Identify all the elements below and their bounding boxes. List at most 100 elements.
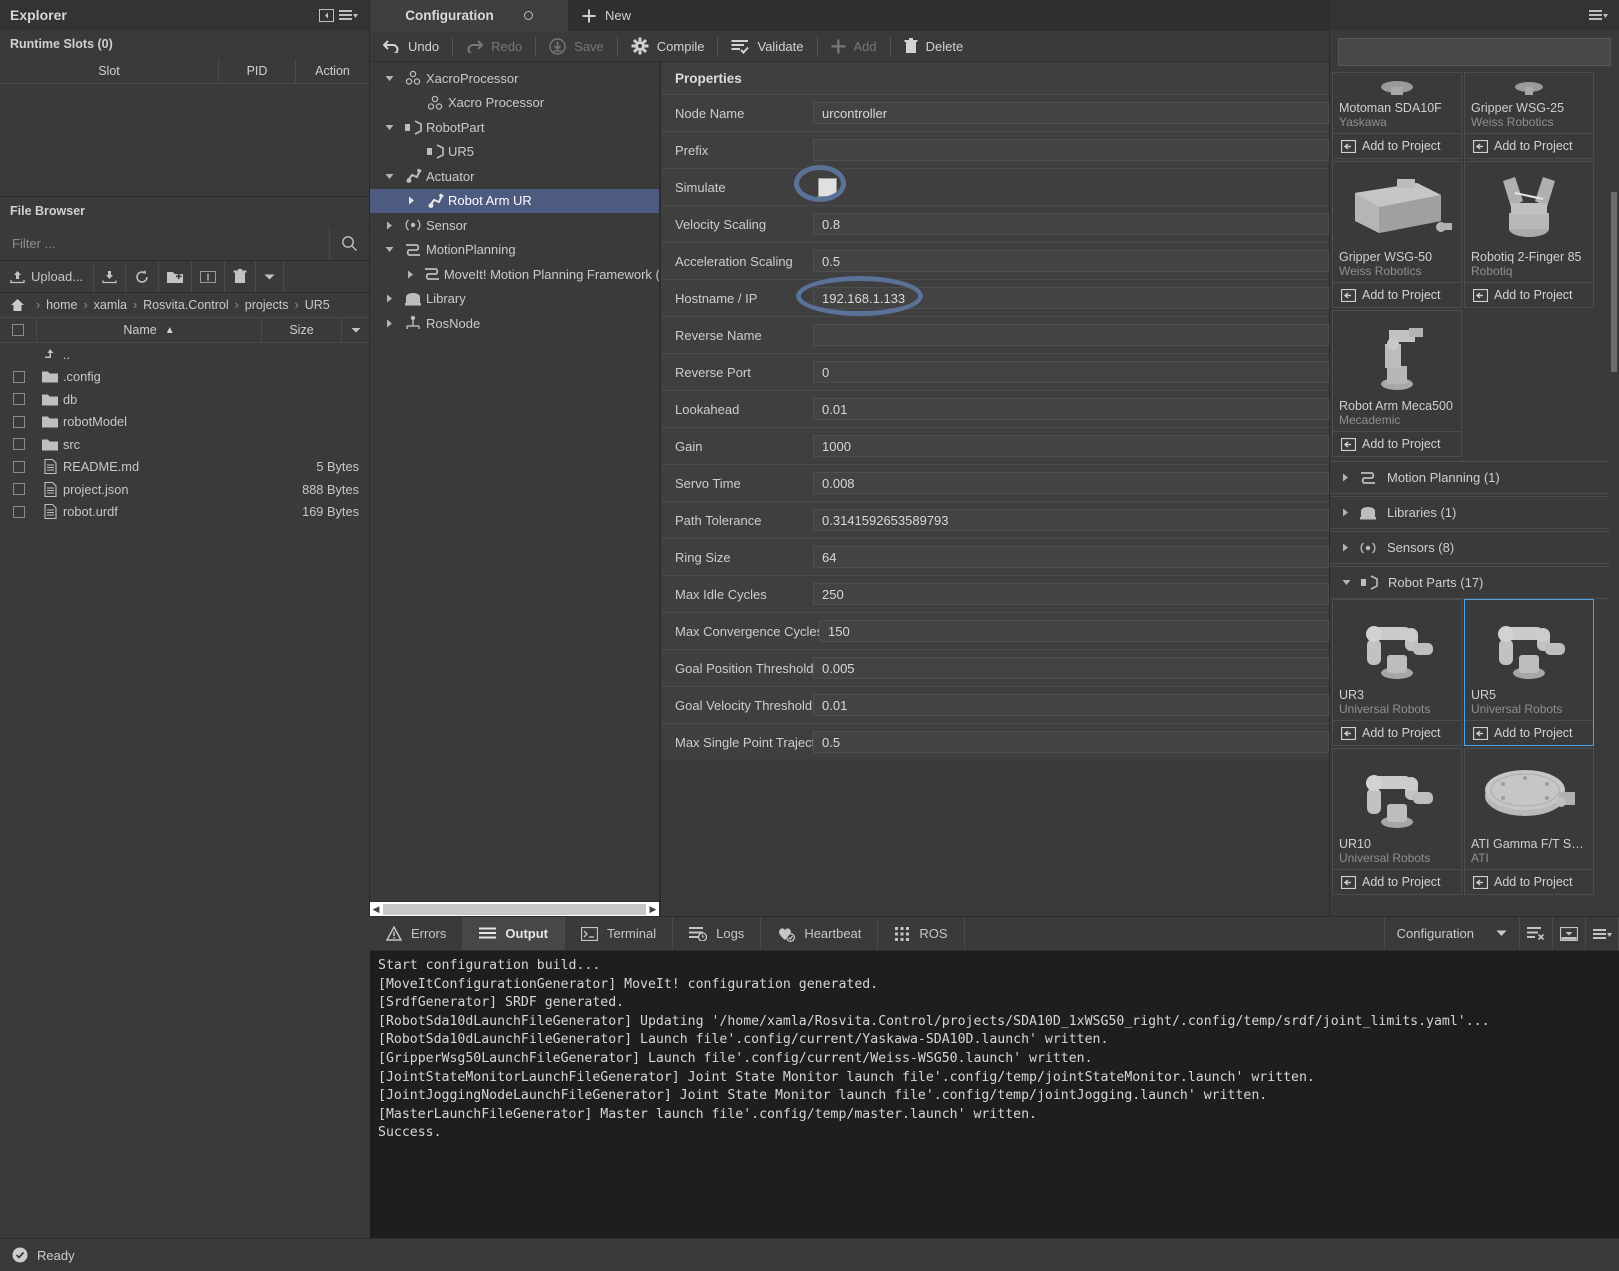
list-item[interactable]: robot.urdf 169 Bytes [0, 501, 369, 524]
twisty-right-icon[interactable] [400, 196, 422, 205]
path-tolerance-input[interactable]: 0.3141592653589793 [813, 509, 1329, 531]
tab-modified-indicator-icon[interactable] [523, 11, 533, 20]
acceleration-scaling-input[interactable]: 0.5 [813, 250, 1329, 272]
tab-terminal[interactable]: Terminal [565, 917, 674, 950]
list-item[interactable]: project.json 888 Bytes [0, 478, 369, 501]
row-checkbox[interactable] [0, 483, 37, 496]
column-name[interactable]: Name ▲ [37, 318, 262, 342]
twisty-down-icon[interactable] [378, 75, 400, 82]
add-to-project-button[interactable]: Add to Project [1465, 282, 1593, 307]
save-button[interactable]: Save [536, 31, 617, 62]
tab-logs[interactable]: Logs [673, 917, 762, 950]
lookahead-input[interactable]: 0.01 [813, 398, 1329, 420]
validate-button[interactable]: Validate [718, 31, 816, 62]
delete-icon[interactable] [225, 261, 257, 292]
twisty-right-icon[interactable] [378, 294, 400, 303]
tab-ros[interactable]: ROS [878, 917, 965, 950]
hamburger-menu-icon[interactable] [1587, 5, 1609, 25]
minimize-panel-icon[interactable] [1553, 917, 1586, 950]
list-item[interactable]: .config [0, 366, 369, 389]
select-all-checkbox[interactable] [0, 318, 37, 342]
delete-button[interactable]: Delete [891, 31, 977, 62]
twisty-right-icon[interactable] [378, 319, 400, 328]
compile-button[interactable]: Compile [618, 31, 718, 62]
list-item[interactable]: db [0, 388, 369, 411]
upload-button[interactable]: Upload... [0, 261, 95, 292]
scrollbar-thumb[interactable] [383, 903, 646, 915]
column-slot[interactable]: Slot [0, 59, 219, 83]
library-card-ati-gamma-ft-sensor[interactable]: ATI Gamma F/T Sens… ATI Add to Project [1464, 748, 1594, 895]
tree-node-xacroprocessor[interactable]: XacroProcessor [370, 66, 659, 91]
row-checkbox[interactable] [0, 438, 37, 451]
library-card-robot-arm-meca500[interactable]: Robot Arm Meca500 Mecademic Add to Proje… [1332, 310, 1462, 457]
library-scrollbar[interactable] [1609, 72, 1619, 916]
tab-configuration[interactable]: Configuration [370, 0, 568, 31]
scroll-right-arrow-icon[interactable]: ▶ [647, 904, 659, 915]
max-convergence-cycles-input[interactable]: 150 [819, 620, 1329, 642]
console-output[interactable]: Start configuration build... [MoveItConf… [370, 951, 1619, 1238]
add-to-project-button[interactable]: Add to Project [1465, 720, 1593, 745]
search-icon[interactable] [329, 226, 369, 260]
tree-node-library[interactable]: Library [370, 287, 659, 312]
library-card-gripper-wsg-25[interactable]: Gripper WSG-25 Weiss Robotics Add to Pro… [1464, 72, 1594, 159]
tree-node-motionplanning[interactable]: MotionPlanning [370, 238, 659, 263]
tree-node-actuator[interactable]: Actuator [370, 164, 659, 189]
tree-node-rosnode[interactable]: RosNode [370, 311, 659, 336]
clear-output-icon[interactable] [1520, 917, 1553, 950]
list-item[interactable]: robotModel [0, 411, 369, 434]
twisty-right-icon[interactable] [400, 270, 420, 279]
tree-node-sensor[interactable]: Sensor [370, 213, 659, 238]
breadcrumb-item-home[interactable]: home [42, 298, 81, 312]
velocity-scaling-input[interactable]: 0.8 [813, 213, 1329, 235]
list-item[interactable]: src [0, 433, 369, 456]
new-folder-icon[interactable] [159, 261, 193, 292]
library-category-sensors[interactable]: Sensors (8) [1330, 531, 1619, 564]
reverse-name-input[interactable] [813, 324, 1329, 346]
goal-position-threshold-input[interactable]: 0.005 [813, 657, 1329, 679]
hamburger-menu-icon[interactable] [337, 5, 359, 25]
rename-icon[interactable] [192, 261, 226, 292]
tab-errors[interactable]: Errors [370, 917, 464, 950]
scroll-left-arrow-icon[interactable]: ◀ [370, 904, 382, 915]
library-category-libraries[interactable]: Libraries (1) [1330, 496, 1619, 529]
row-checkbox[interactable] [0, 370, 37, 383]
download-icon[interactable] [94, 261, 127, 292]
row-checkbox[interactable] [0, 460, 37, 473]
output-source-selector[interactable]: Configuration [1385, 917, 1520, 950]
add-to-project-button[interactable]: Add to Project [1333, 431, 1461, 456]
breadcrumb-item-ur5[interactable]: UR5 [301, 298, 334, 312]
library-category-motion-planning[interactable]: Motion Planning (1) [1330, 461, 1619, 494]
column-action[interactable]: Action [296, 59, 369, 83]
add-to-project-button[interactable]: Add to Project [1465, 133, 1593, 158]
refresh-icon[interactable] [126, 261, 160, 292]
library-search-input[interactable] [1338, 38, 1611, 66]
tree-node-ur5[interactable]: UR5 [370, 140, 659, 165]
breadcrumb-item-projects[interactable]: projects [241, 298, 293, 312]
list-item[interactable]: README.md 5 Bytes [0, 456, 369, 479]
library-card-ur5[interactable]: UR5 Universal Robots Add to Project [1464, 599, 1594, 746]
library-card-ur10[interactable]: UR10 Universal Robots Add to Project [1332, 748, 1462, 895]
file-filter-input[interactable] [0, 226, 329, 260]
new-tab-button[interactable]: New [568, 0, 645, 31]
library-card-ur3[interactable]: UR3 Universal Robots Add to Project [1332, 599, 1462, 746]
tab-output[interactable]: Output [463, 917, 565, 950]
twisty-down-icon[interactable] [378, 173, 400, 180]
library-card-gripper-wsg-50[interactable]: Gripper WSG-50 Weiss Robotics Add to Pro… [1332, 161, 1462, 308]
library-category-robot-parts[interactable]: Robot Parts (17) [1330, 566, 1619, 599]
prefix-input[interactable] [813, 139, 1329, 161]
gain-input[interactable]: 1000 [813, 435, 1329, 457]
twisty-down-icon[interactable] [378, 246, 400, 253]
undo-button[interactable]: Undo [370, 31, 452, 62]
tree-node-robotpart[interactable]: RobotPart [370, 115, 659, 140]
node-name-input[interactable]: urcontroller [813, 102, 1329, 124]
tree-horizontal-scrollbar[interactable]: ◀ ▶ [370, 901, 659, 916]
tree-node-robot-arm-ur[interactable]: Robot Arm UR [370, 188, 659, 213]
servo-time-input[interactable]: 0.008 [813, 472, 1329, 494]
breadcrumb-item-xamla[interactable]: xamla [90, 298, 131, 312]
reverse-port-input[interactable]: 0 [813, 361, 1329, 383]
max-single-point-trajectory-input[interactable]: 0.5 [813, 731, 1329, 753]
row-checkbox[interactable] [0, 415, 37, 428]
twisty-down-icon[interactable] [378, 124, 400, 131]
ring-size-input[interactable]: 64 [813, 546, 1329, 568]
column-options-icon[interactable] [342, 318, 369, 342]
